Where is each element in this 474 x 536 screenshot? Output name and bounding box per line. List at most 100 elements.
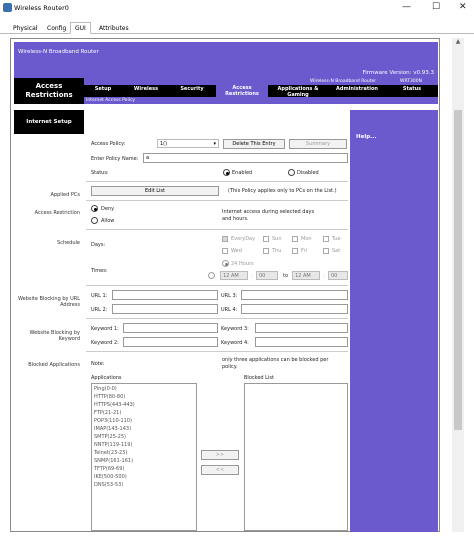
access-policy-label: Access Policy: (91, 141, 126, 147)
list-item[interactable]: NNTP(119-119) (92, 441, 196, 449)
help-panel: Help... (350, 110, 438, 532)
day-sun-label: Sun (272, 236, 282, 242)
subnav-bar: Internet Access Policy (84, 97, 438, 104)
deny-label: Deny (101, 206, 115, 212)
day-thu-label: Thu (272, 248, 282, 254)
keyword4-input[interactable] (255, 337, 348, 347)
url2-label: URL 2: (91, 307, 108, 313)
from-minute-select[interactable]: 00 (256, 271, 278, 280)
allow-label: Allow (101, 218, 115, 224)
deny-radio[interactable] (91, 205, 98, 212)
status-enabled-label: Enabled (232, 170, 253, 176)
delete-entry-button[interactable]: Delete This Entry (223, 139, 285, 149)
router-banner: Wireless-N Broadband Router Firmware Ver… (14, 42, 438, 78)
url4-input[interactable] (241, 304, 348, 314)
applications-listbox[interactable]: Ping(0-0) HTTP(80-80) HTTPS(443-443) FTP… (91, 383, 197, 531)
label-website-url: Website Blocking by URL Address (17, 296, 80, 308)
access-note: Internet access during selected days and… (222, 209, 315, 222)
maximize-icon[interactable]: ☐ (432, 2, 440, 12)
to-hour-select[interactable]: 12 AM (292, 271, 320, 280)
subnav-internet-access-policy[interactable]: Internet Access Policy (86, 98, 135, 103)
window-title: Wireless Router0 (14, 4, 69, 12)
list-item[interactable]: Telnet(23-23) (92, 449, 196, 457)
label-applied-pcs: Applied PCs (50, 192, 81, 198)
day-sat-label: Sat (332, 248, 341, 254)
keyword3-input[interactable] (255, 323, 348, 333)
keyword3-label: Keyword 3: (221, 326, 249, 332)
status-disabled-radio[interactable] (288, 169, 295, 176)
day-sat-checkbox[interactable] (323, 248, 329, 254)
list-item[interactable]: SMTP(25-25) (92, 433, 196, 441)
tab-physical[interactable]: Physical (8, 22, 42, 34)
access-policy-select[interactable]: 1() ▾ (157, 139, 219, 148)
day-mon-checkbox[interactable] (292, 236, 298, 242)
list-item[interactable]: TFTP(69-69) (92, 465, 196, 473)
day-thu-checkbox[interactable] (263, 248, 269, 254)
remove-from-blocked-button[interactable]: << (201, 465, 239, 475)
from-hour-select[interactable]: 12 AM (220, 271, 248, 280)
blocked-listbox[interactable] (244, 383, 348, 531)
keyword1-label: Keyword 1: (91, 326, 119, 332)
custom-time-radio[interactable] (208, 272, 215, 279)
list-item[interactable]: Ping(0-0) (92, 385, 196, 393)
tab-attributes[interactable]: Attributes (94, 22, 134, 34)
keyword2-input[interactable] (123, 337, 218, 347)
list-item[interactable]: HTTP(80-80) (92, 393, 196, 401)
allow-radio[interactable] (91, 217, 98, 224)
url3-input[interactable] (241, 290, 348, 300)
list-item[interactable]: SNMP(161-161) (92, 457, 196, 465)
day-fri-checkbox[interactable] (292, 248, 298, 254)
label-schedule: Schedule (57, 240, 80, 246)
day-mon-label: Mon (301, 236, 312, 242)
day-everyday-checkbox[interactable] (222, 236, 228, 242)
status-enabled-radio[interactable] (223, 169, 230, 176)
keyword1-input[interactable] (123, 323, 218, 333)
hours24-radio[interactable] (222, 260, 229, 267)
tab-config[interactable]: Config (42, 22, 71, 34)
policy-name-label: Enter Policy Name: (91, 156, 139, 162)
to-label: to (283, 273, 289, 279)
status-disabled-label: Disabled (297, 170, 319, 176)
section-title: Access Restrictions (14, 78, 84, 104)
list-item[interactable]: DNS(53-53) (92, 481, 196, 489)
summary-button[interactable]: Summary (289, 139, 347, 149)
chevron-down-icon: ▾ (213, 141, 216, 147)
list-item[interactable]: POP3(110-110) (92, 417, 196, 425)
label-website-keyword: Website Blocking by Keyword (29, 330, 81, 342)
url2-input[interactable] (112, 304, 218, 314)
day-wed-checkbox[interactable] (222, 248, 228, 254)
edit-list-note: (This Policy applies only to PCs on the … (228, 188, 337, 194)
note-text: only three applications can be blocked p… (222, 357, 329, 370)
url1-label: URL 1: (91, 293, 108, 299)
list-item[interactable]: FTP(21-21) (92, 409, 196, 417)
list-item[interactable]: IKE(500-500) (92, 473, 196, 481)
day-tue-checkbox[interactable] (323, 236, 329, 242)
divider (86, 285, 348, 286)
minimize-icon[interactable]: — (402, 2, 411, 12)
list-item[interactable]: HTTPS(443-443) (92, 401, 196, 409)
divider (86, 351, 348, 352)
model-name: Wireless-N Broadband Router (310, 79, 377, 84)
tab-gui[interactable]: GUI (70, 22, 91, 34)
left-section-title: Internet Setup (14, 110, 84, 134)
day-sun-checkbox[interactable] (263, 236, 269, 242)
divider (86, 200, 348, 201)
keyword4-label: Keyword 4: (221, 340, 249, 346)
scrollbar-thumb[interactable] (454, 110, 462, 430)
edit-list-button[interactable]: Edit List (91, 186, 219, 196)
policy-name-input[interactable]: a (143, 153, 348, 163)
label-access-restriction: Access Restriction (34, 210, 80, 216)
scroll-up-icon[interactable]: ▲ (452, 38, 464, 48)
day-fri-label: Fri (301, 248, 307, 254)
day-everyday-label: EveryDay (231, 236, 256, 242)
list-item[interactable]: IMAP(143-143) (92, 425, 196, 433)
add-to-blocked-button[interactable]: >> (201, 450, 239, 460)
to-minute-select[interactable]: 00 (328, 271, 348, 280)
hours24-label: 24 Hours (231, 261, 254, 267)
close-icon[interactable]: ✕ (459, 2, 467, 12)
router-app-icon (3, 3, 12, 12)
divider (86, 181, 348, 182)
url1-input[interactable] (112, 290, 218, 300)
help-link[interactable]: Help... (356, 134, 376, 140)
keyword2-label: Keyword 2: (91, 340, 119, 346)
